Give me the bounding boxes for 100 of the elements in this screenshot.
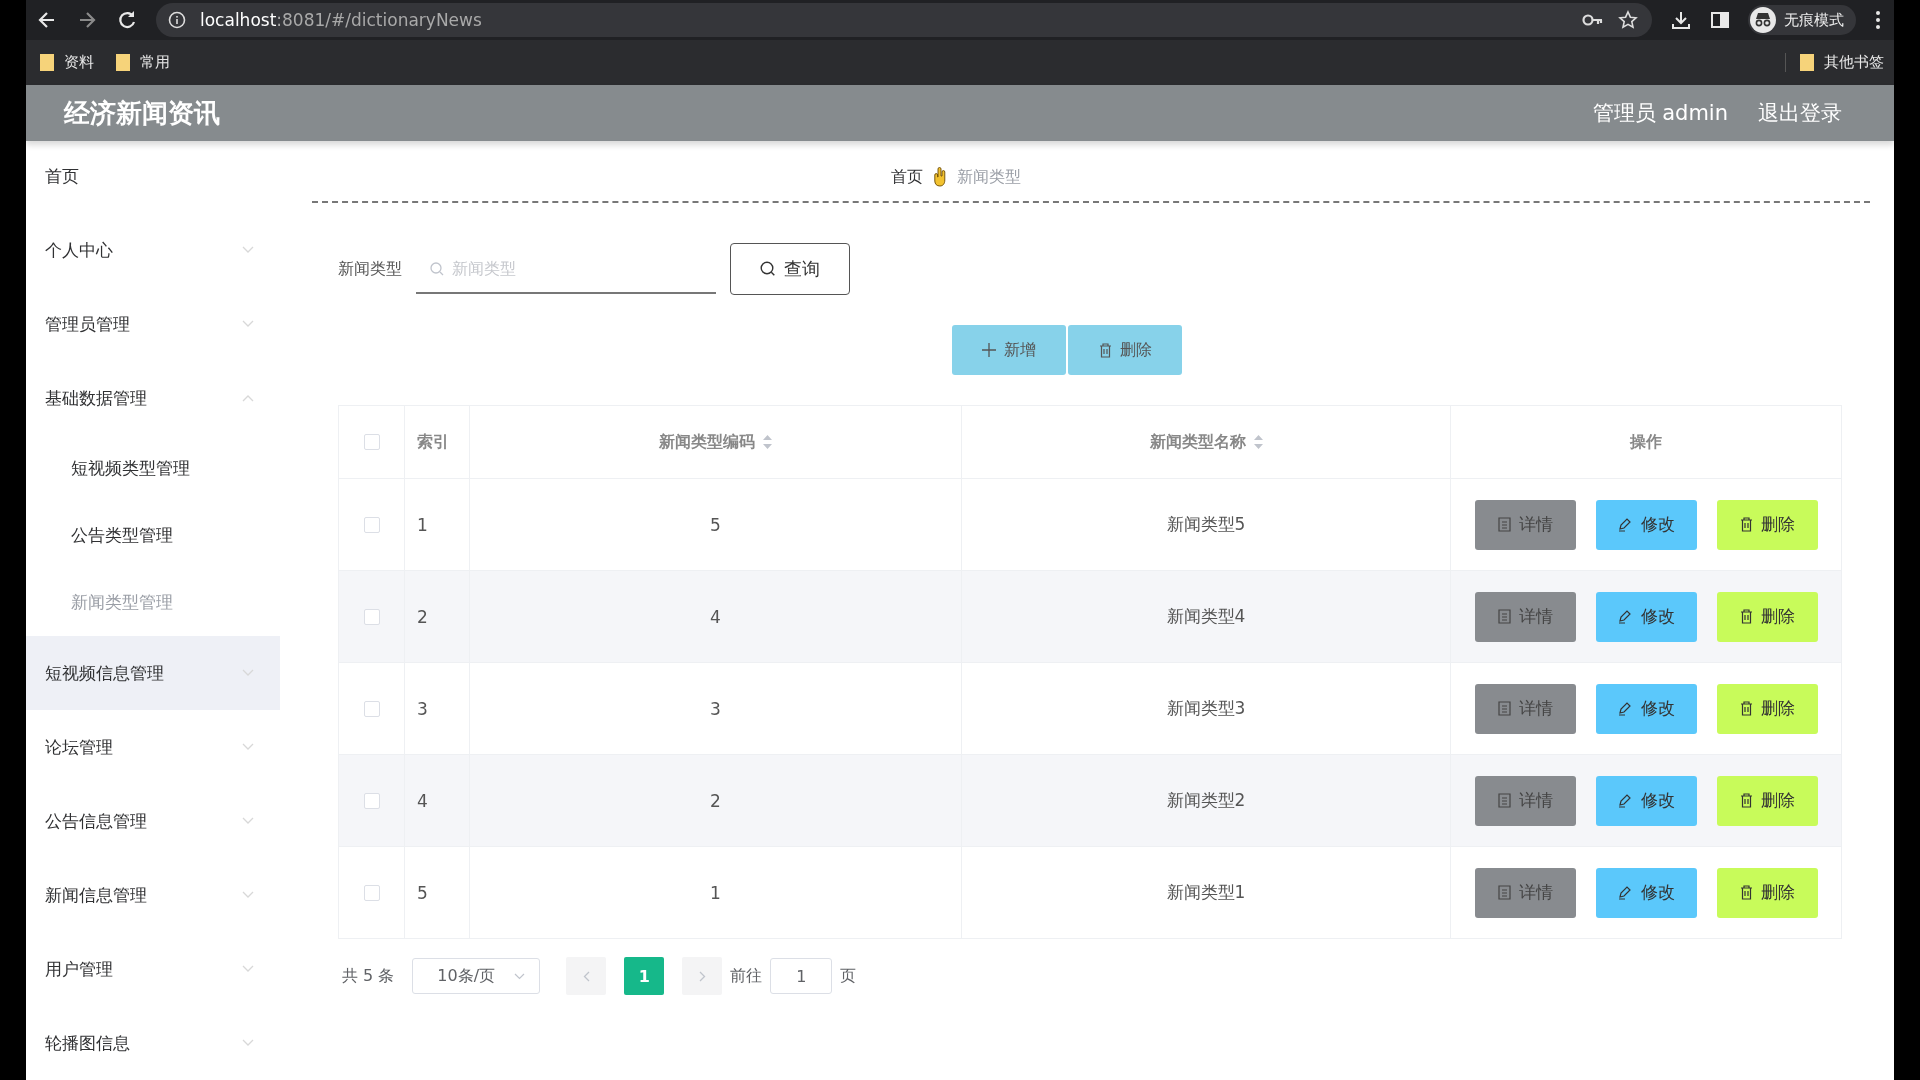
sidebar-item[interactable]: 个人中心 — [26, 213, 280, 287]
select-all-checkbox[interactable] — [363, 434, 380, 450]
sidebar-item[interactable]: 基础数据管理 — [26, 361, 280, 435]
table-cell: 4 — [417, 790, 428, 811]
sidebar-item[interactable]: 短视频信息管理 — [26, 636, 280, 710]
chevron-icon — [242, 669, 254, 677]
chevron-icon — [242, 320, 254, 328]
sort-icon[interactable] — [763, 435, 772, 449]
table-cell: 4 — [710, 606, 721, 627]
side-panel-icon[interactable] — [1710, 10, 1730, 30]
pencil-icon — [1617, 609, 1633, 624]
table-cell: 3 — [710, 698, 721, 719]
reload-icon[interactable] — [116, 9, 138, 31]
sidebar-item[interactable]: 论坛管理 — [26, 710, 280, 784]
page-size-select[interactable]: 10条/页 — [412, 958, 541, 994]
page-unit: 页 — [840, 965, 857, 987]
table-cell: 新闻类型3 — [1166, 697, 1246, 720]
search-button[interactable]: 查询 — [730, 243, 850, 295]
delete-button[interactable]: 删除 — [1716, 775, 1818, 826]
page-input[interactable]: 1 — [770, 958, 833, 994]
chevron-icon — [242, 246, 254, 254]
search-icon — [430, 262, 444, 276]
sidebar-subitem[interactable]: 短视频类型管理 — [26, 435, 280, 502]
document-icon — [1497, 793, 1511, 808]
column-header: 操作 — [1630, 431, 1662, 453]
delete-button[interactable]: 删除 — [1068, 325, 1182, 375]
edit-button[interactable]: 修改 — [1595, 591, 1697, 642]
sidebar-item[interactable]: 首页 — [26, 157, 280, 213]
table-cell: 5 — [417, 882, 428, 903]
bookmark[interactable]: 资料 — [40, 53, 94, 72]
download-icon[interactable] — [1670, 9, 1692, 31]
bookmark[interactable]: 常用 — [116, 53, 170, 72]
document-icon — [1497, 517, 1511, 532]
sidebar-item[interactable]: 管理员管理 — [26, 287, 280, 361]
info-icon[interactable] — [168, 11, 186, 29]
sidebar-item[interactable]: 用户管理 — [26, 932, 280, 1006]
table-cell: 3 — [417, 698, 428, 719]
column-header: 索引 — [417, 431, 449, 453]
row-checkbox[interactable] — [363, 608, 380, 625]
chevron-icon — [242, 965, 254, 973]
delete-button[interactable]: 删除 — [1716, 591, 1818, 642]
table-cell: 1 — [710, 882, 721, 903]
profile-button[interactable]: 无痕模式 — [1748, 5, 1856, 35]
sidebar-item[interactable]: 轮播图信息 — [26, 1006, 280, 1080]
delete-button[interactable]: 删除 — [1716, 683, 1818, 734]
pencil-icon — [1617, 793, 1633, 808]
column-header: 新闻类型编码 — [659, 431, 755, 453]
document-icon — [1497, 609, 1511, 624]
chevron-icon — [242, 743, 254, 751]
address-bar[interactable]: localhost:8081/#/dictionaryNews — [156, 3, 1652, 37]
breadcrumb-item[interactable]: 首页 — [891, 166, 923, 188]
sidebar-subitem[interactable]: 公告类型管理 — [26, 502, 280, 569]
sidebar-item[interactable]: 公告信息管理 — [26, 784, 280, 858]
star-icon[interactable] — [1618, 10, 1638, 30]
trash-icon — [1098, 342, 1112, 358]
folder-icon — [116, 54, 130, 71]
prev-page-button[interactable] — [566, 957, 607, 995]
trash-icon — [1739, 517, 1753, 532]
chevron-icon — [242, 394, 254, 402]
row-checkbox[interactable] — [363, 884, 380, 901]
table-cell: 新闻类型4 — [1166, 605, 1246, 628]
add-button[interactable]: 新增 — [952, 325, 1066, 375]
bookmark[interactable]: 其他书签 — [1785, 53, 1884, 72]
edit-button[interactable]: 修改 — [1595, 683, 1697, 734]
column-header: 新闻类型名称 — [1149, 431, 1246, 453]
key-icon[interactable] — [1582, 13, 1604, 27]
row-checkbox[interactable] — [363, 792, 380, 809]
user-name: 管理员 admin — [1592, 100, 1728, 127]
sidebar-item[interactable]: 新闻信息管理 — [26, 858, 280, 932]
hand-icon — [933, 167, 947, 187]
document-icon — [1497, 701, 1511, 716]
next-page-button[interactable] — [682, 957, 723, 995]
chevron-icon — [242, 891, 254, 899]
search-label: 新闻类型 — [338, 258, 402, 280]
table-cell: 新闻类型1 — [1166, 881, 1246, 904]
search-icon — [760, 261, 776, 277]
row-checkbox[interactable] — [363, 516, 380, 533]
delete-button[interactable]: 删除 — [1716, 867, 1818, 918]
table-cell: 5 — [710, 514, 721, 535]
delete-button[interactable]: 删除 — [1716, 499, 1818, 550]
sort-icon[interactable] — [1253, 435, 1263, 449]
chevron-icon — [514, 972, 526, 980]
goto-label: 前往 — [730, 965, 763, 987]
search-field[interactable]: 新闻类型 — [416, 244, 716, 294]
edit-button[interactable]: 修改 — [1595, 867, 1697, 918]
trash-icon — [1739, 701, 1753, 716]
folder-icon — [1800, 54, 1814, 71]
edit-button[interactable]: 修改 — [1595, 775, 1697, 826]
pencil-icon — [1617, 701, 1633, 716]
table-cell: 1 — [417, 514, 428, 535]
chevron-right-icon — [698, 970, 706, 982]
edit-button[interactable]: 修改 — [1595, 499, 1697, 550]
menu-icon[interactable] — [1874, 10, 1882, 30]
table-cell: 2 — [417, 606, 428, 627]
row-checkbox[interactable] — [363, 700, 380, 717]
plus-icon — [982, 343, 996, 357]
pencil-icon — [1617, 517, 1633, 532]
trash-icon — [1739, 609, 1753, 624]
breadcrumb-item: 新闻类型 — [957, 166, 1021, 188]
incognito-icon — [1750, 7, 1776, 33]
